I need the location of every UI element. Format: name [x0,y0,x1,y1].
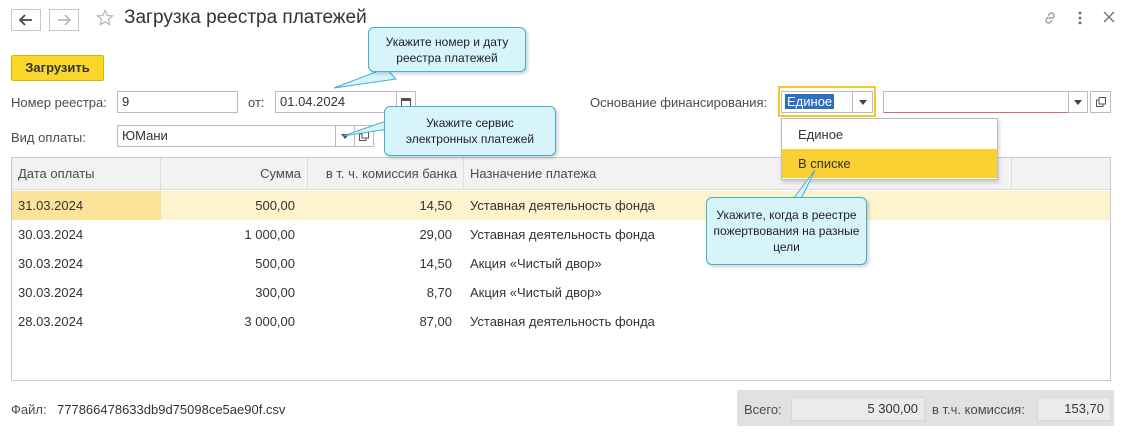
callout-payment-service: Укажите сервис электронных платежей [384,106,556,156]
total-label: Всего: [744,402,782,417]
file-label: Файл: [11,402,47,417]
total-value: 5 300,00 [791,397,925,421]
callout-pointers [333,67,816,208]
file-name: 777866478633db9d75098ce5ae90f.csv [57,402,286,417]
commission-total-label: в т.ч. комиссия: [932,402,1025,417]
commission-total-value: 153,70 [1037,397,1111,421]
callout-number-date: Укажите номер и дату реестра платежей [368,27,526,72]
callout-donations: Укажите, когда в реестре пожертвования н… [706,197,867,265]
